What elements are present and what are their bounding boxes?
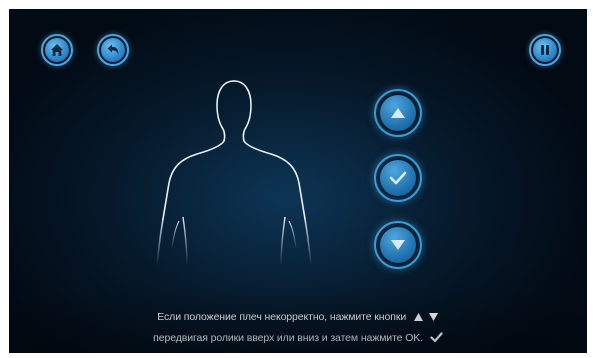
pause-icon <box>541 45 549 55</box>
checkmark-icon <box>430 332 443 343</box>
massage-chair-screen: Если положение плеч некорректно, нажмите… <box>9 9 587 353</box>
body-silhouette-icon <box>156 80 312 266</box>
triangle-down-icon <box>391 240 405 250</box>
pause-button[interactable] <box>529 34 561 66</box>
triangle-down-icon <box>428 313 438 321</box>
instruction-line-1-row: Если положение плеч некорректно, нажмите… <box>9 311 587 323</box>
instruction-line-2: передвигая ролики вверх или вниз и затем… <box>153 332 424 344</box>
undo-arrow-icon <box>107 44 119 55</box>
instruction-line-2-row: передвигая ролики вверх или вниз и затем… <box>9 332 587 344</box>
home-button[interactable] <box>41 34 73 66</box>
instruction-line-1: Если положение плеч некорректно, нажмите… <box>157 311 407 323</box>
triangle-up-icon <box>391 108 405 118</box>
ok-button[interactable] <box>374 154 422 202</box>
move-up-button[interactable] <box>374 89 422 137</box>
back-button[interactable] <box>97 34 129 66</box>
home-icon <box>51 44 63 56</box>
checkmark-icon <box>389 171 407 185</box>
triangle-up-icon <box>413 313 423 321</box>
move-down-button[interactable] <box>374 221 422 269</box>
